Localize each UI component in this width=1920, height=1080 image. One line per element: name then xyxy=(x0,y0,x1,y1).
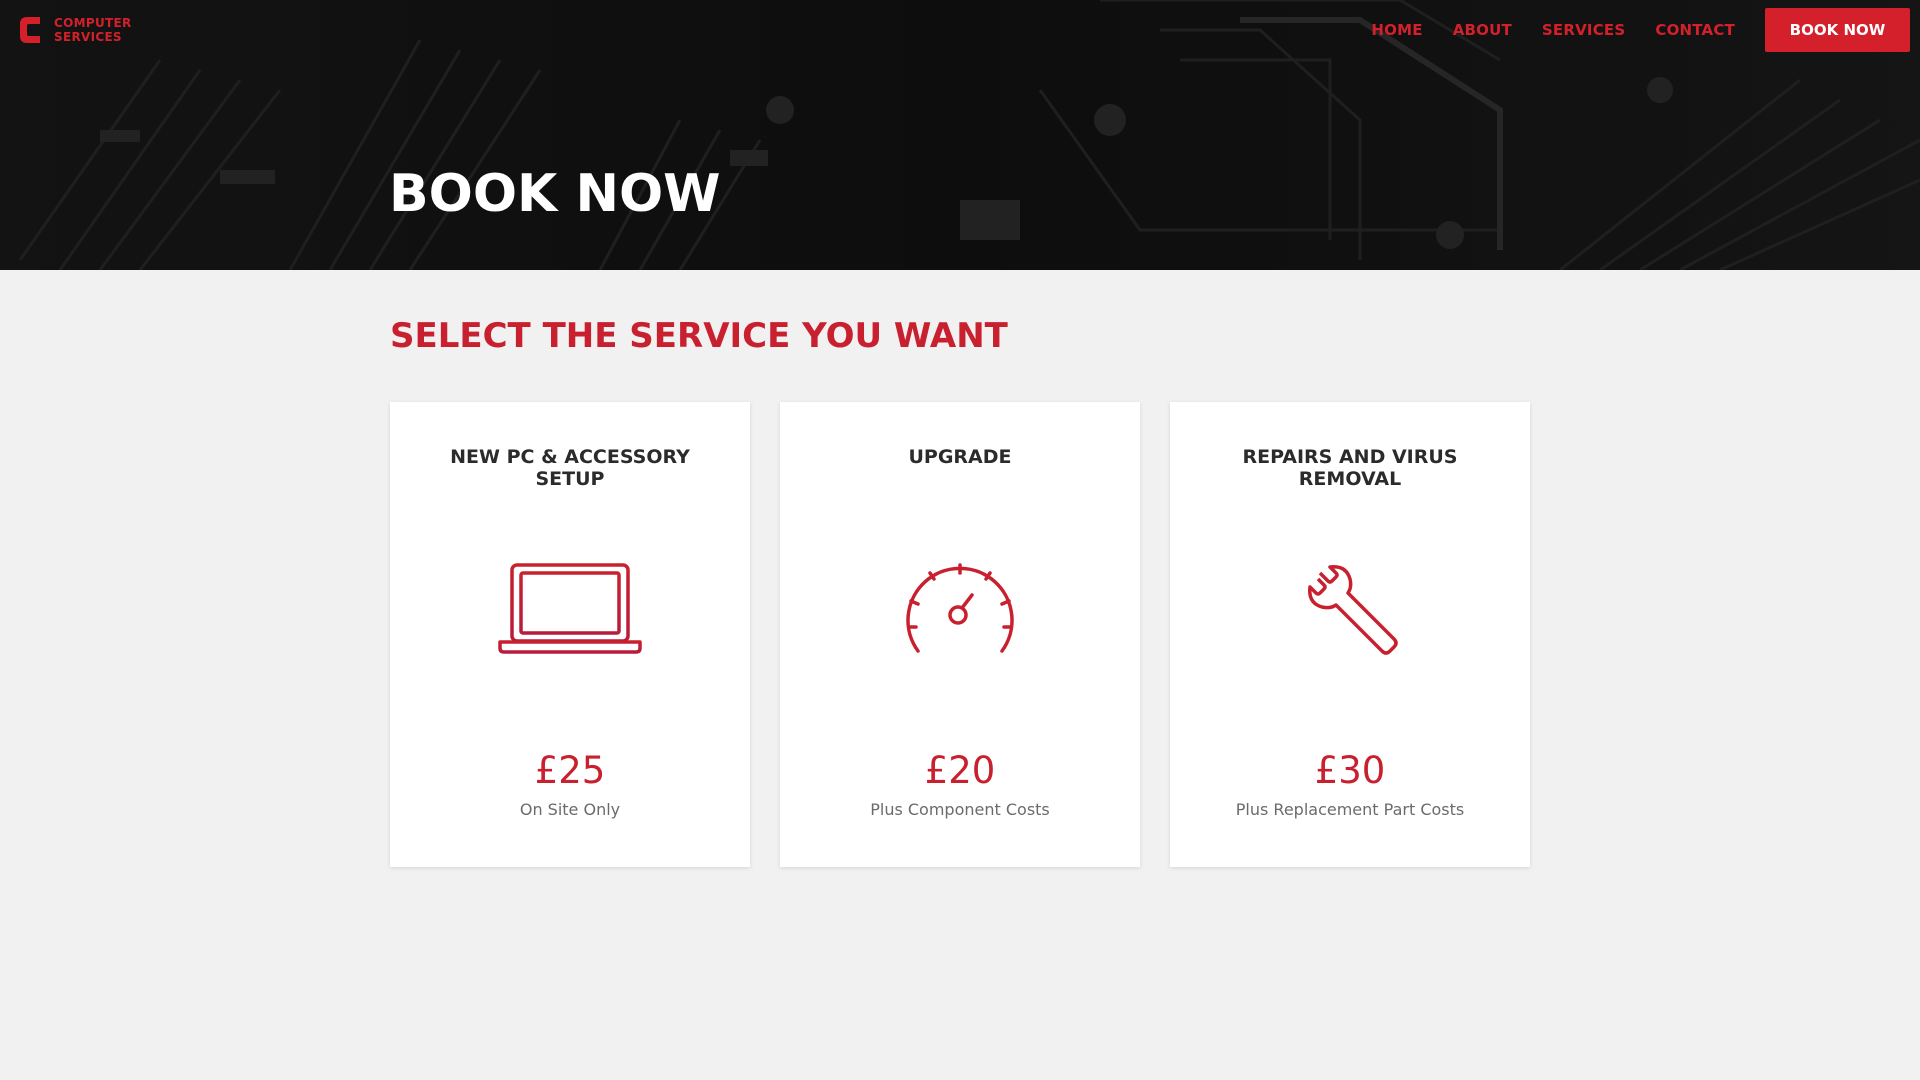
book-now-button[interactable]: BOOK NOW xyxy=(1765,8,1910,52)
service-card-price: £30 xyxy=(1314,749,1386,792)
c-logo-icon xyxy=(20,17,40,43)
nav-link-contact[interactable]: CONTACT xyxy=(1655,21,1735,39)
service-card-title: NEW PC & ACCESSORY SETUP xyxy=(450,446,690,490)
service-card-icon-wrap xyxy=(780,554,1140,664)
service-card-repairs[interactable]: REPAIRS AND VIRUS REMOVAL £30 Plus Repla… xyxy=(1170,402,1530,867)
service-card-icon-wrap xyxy=(390,554,750,664)
nav-link-services[interactable]: SERVICES xyxy=(1542,21,1625,39)
nav-link-home[interactable]: HOME xyxy=(1371,21,1422,39)
brand-logo[interactable]: COMPUTER SERVICES xyxy=(18,15,132,45)
hero-banner: COMPUTER SERVICES HOME ABOUT SERVICES CO… xyxy=(0,0,1920,270)
service-card-note: Plus Component Costs xyxy=(870,800,1050,819)
brand-name-line1: COMPUTER xyxy=(54,16,132,30)
page-title: BOOK NOW xyxy=(389,164,721,224)
brand-name-line2: SERVICES xyxy=(54,30,122,44)
service-card-note: Plus Replacement Part Costs xyxy=(1235,800,1465,819)
service-card-icon-wrap xyxy=(1170,554,1530,664)
section-title: SELECT THE SERVICE YOU WANT xyxy=(390,316,1008,356)
brand-name: COMPUTER SERVICES xyxy=(54,16,132,44)
service-card-pc-setup[interactable]: NEW PC & ACCESSORY SETUP £25 On Site Onl… xyxy=(390,402,750,867)
service-card-title: UPGRADE xyxy=(908,446,1012,468)
service-card-upgrade[interactable]: UPGRADE £20 Plus Component Costs xyxy=(780,402,1140,867)
service-card-price: £25 xyxy=(534,749,606,792)
service-card-price: £20 xyxy=(924,749,996,792)
speedometer-icon xyxy=(906,563,1014,653)
main-nav: HOME ABOUT SERVICES CONTACT BOOK NOW xyxy=(1371,0,1920,60)
service-card-note: On Site Only xyxy=(519,800,621,819)
service-card-title: REPAIRS AND VIRUS REMOVAL xyxy=(1242,446,1458,490)
wrench-icon xyxy=(1308,565,1398,655)
nav-link-about[interactable]: ABOUT xyxy=(1453,21,1512,39)
laptop-icon xyxy=(498,563,642,654)
